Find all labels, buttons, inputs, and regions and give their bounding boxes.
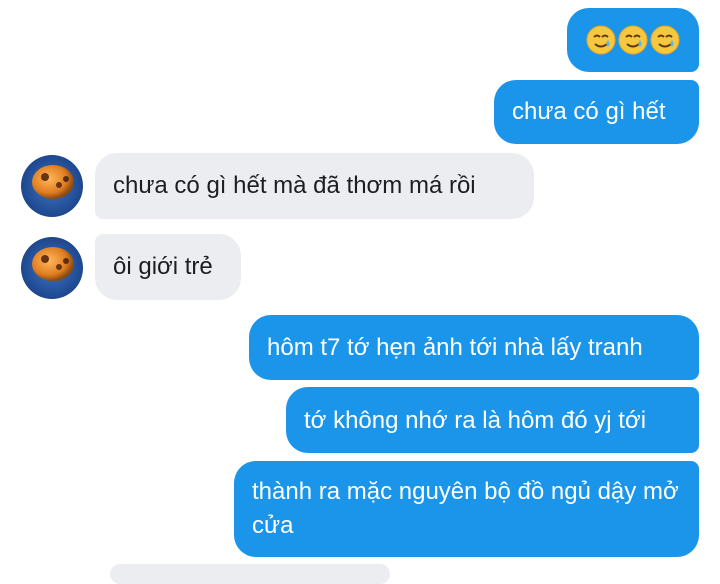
partial-message-bubble: [110, 564, 390, 584]
message-bubble-sent[interactable]: chưa có gì hết: [494, 80, 699, 144]
message-text: tớ không nhớ ra là hôm đó yj tới: [304, 407, 647, 434]
message-text: thành ra mặc nguyên bộ đồ ngủ dậy mở cửa: [252, 478, 679, 539]
emoji-row: [567, 8, 699, 72]
message-bubble-sent-emoji[interactable]: [567, 8, 699, 72]
message-text: ôi giới trẻ: [113, 253, 213, 280]
avatar-image: [21, 155, 83, 217]
smiling-face-with-tear-icon: [618, 25, 648, 55]
message-text: chưa có gì hết: [512, 98, 666, 125]
message-bubble-sent[interactable]: hôm t7 tớ hẹn ảnh tới nhà lấy tranh: [249, 315, 699, 380]
avatar-image: [21, 237, 83, 299]
contact-avatar[interactable]: [21, 237, 83, 299]
message-text: hôm t7 tớ hẹn ảnh tới nhà lấy tranh: [267, 334, 643, 361]
smiling-face-with-tear-icon: [586, 25, 616, 55]
message-text: chưa có gì hết mà đã thơm má rồi: [113, 172, 476, 199]
message-bubble-sent[interactable]: thành ra mặc nguyên bộ đồ ngủ dậy mở cửa: [234, 461, 699, 557]
message-bubble-sent[interactable]: tớ không nhớ ra là hôm đó yj tới: [286, 387, 699, 453]
message-bubble-received[interactable]: chưa có gì hết mà đã thơm má rồi: [95, 153, 534, 219]
smiling-face-with-tear-icon: [650, 25, 680, 55]
contact-avatar[interactable]: [21, 155, 83, 217]
message-bubble-received[interactable]: ôi giới trẻ: [95, 234, 241, 300]
